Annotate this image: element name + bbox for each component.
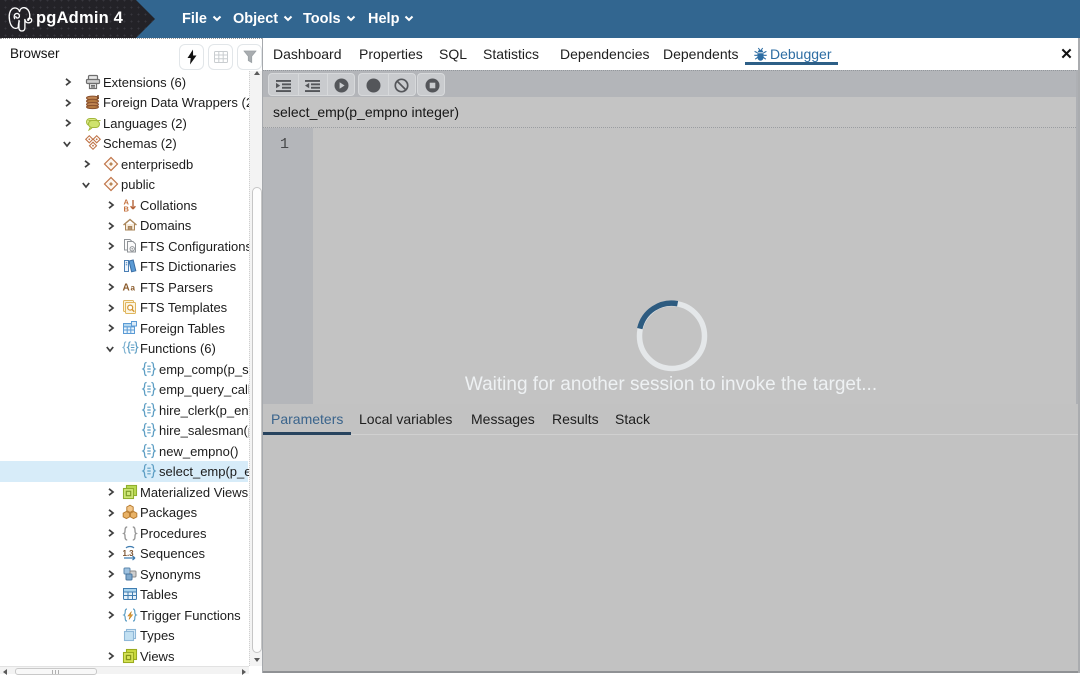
svg-text:B: B (124, 204, 130, 213)
svg-text:a: a (131, 283, 136, 292)
svg-text:A: A (123, 282, 130, 293)
